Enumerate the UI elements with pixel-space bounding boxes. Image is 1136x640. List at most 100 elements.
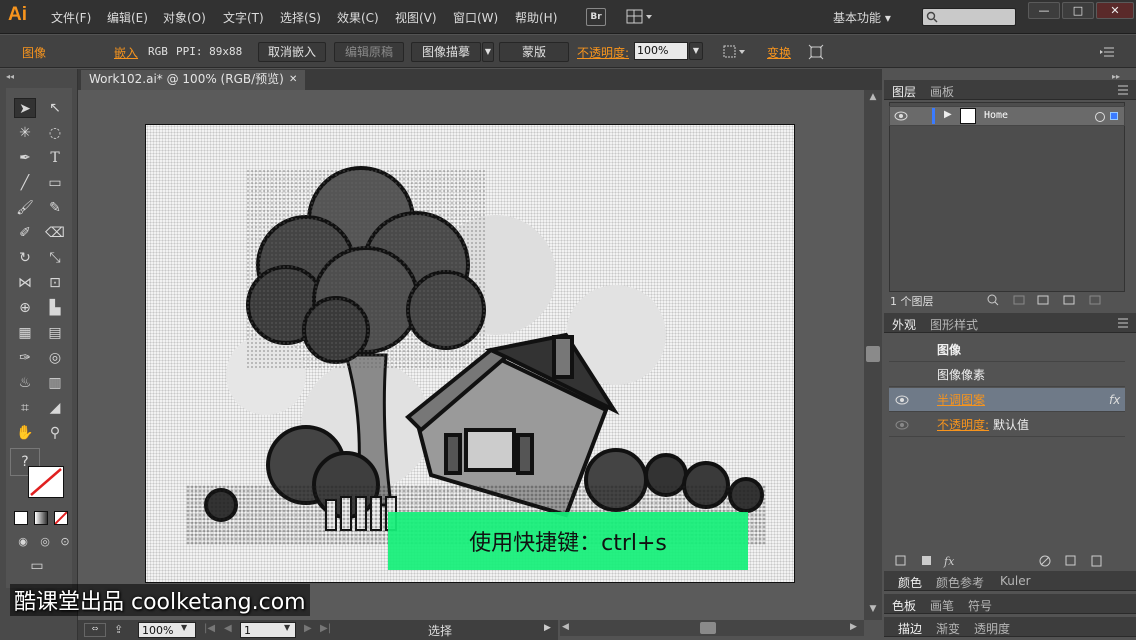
recolor-icon[interactable] [722,44,748,60]
workspace-switcher[interactable]: 基本功能 ▾ [833,9,891,26]
tab-color-guide[interactable]: 颜色参考 [936,574,984,591]
tab-artboards[interactable]: 画板 [930,83,954,100]
rotate-tool-icon[interactable]: ↻ [14,248,36,268]
prev-page-icon[interactable]: ◀ [224,623,232,634]
screen-mode-icon[interactable]: ▭ [26,556,48,576]
appearance-row-opacity[interactable]: 不透明度: 默认值 [889,413,1125,437]
zoom-level-input[interactable]: 100% [138,622,196,638]
share-icon[interactable]: ⇪ [114,623,123,636]
mesh-tool-icon[interactable]: ▦ [14,323,36,343]
panel-menu-icon[interactable] [1100,46,1116,58]
tab-swatches[interactable]: 色板 [892,597,916,614]
tab-stroke[interactable]: 描边 [898,620,922,637]
direct-selection-tool-icon[interactable]: ↖ [44,98,66,118]
tab-symbols[interactable]: 符号 [968,597,992,614]
image-trace-button[interactable]: 图像描摹 [411,42,481,62]
unembed-button[interactable]: 取消嵌入 [258,42,326,62]
column-graph-tool-icon[interactable]: ▥ [44,373,66,393]
maximize-button[interactable]: □ [1062,2,1094,19]
selection-indicator[interactable] [1110,112,1118,120]
first-page-icon[interactable]: |◀ [204,623,215,634]
tab-kuler[interactable]: Kuler [1000,574,1031,588]
tab-appearance[interactable]: 外观 [892,316,916,333]
menu-window[interactable]: 窗口(W) [453,9,498,26]
layer-name[interactable]: Home [984,110,1008,121]
artboard-tool-icon[interactable]: ⌗ [14,398,36,418]
target-icon[interactable] [1094,111,1106,123]
tab-brushes[interactable]: 画笔 [930,597,954,614]
gradient-tool-icon[interactable]: ▤ [44,323,66,343]
menu-view[interactable]: 视图(V) [395,9,437,26]
collapse-tools-icon[interactable]: ◂◂ [6,72,14,81]
none-mode-button[interactable] [54,511,68,525]
rectangle-tool-icon[interactable]: ▭ [44,173,66,193]
last-page-icon[interactable]: ▶| [320,623,331,634]
draw-normal-icon[interactable]: ◉ [12,532,34,552]
menu-object[interactable]: 对象(O) [163,9,206,26]
width-tool-icon[interactable]: ⋈ [14,273,36,293]
menu-type[interactable]: 文字(T) [223,9,264,26]
eye-icon[interactable] [895,420,909,430]
tab-layers[interactable]: 图层 [892,83,916,100]
opacity-input[interactable]: 100% [634,42,688,60]
menu-edit[interactable]: 编辑(E) [107,9,148,26]
selection-tool-icon[interactable]: ➤ [14,98,36,118]
appearance-menu-icon[interactable] [1114,318,1130,328]
close-button[interactable]: ✕ [1096,2,1134,19]
minimize-button[interactable]: — [1028,2,1060,19]
menu-file[interactable]: 文件(F) [51,9,91,26]
scale-tool-icon[interactable]: ⤡ [44,248,66,268]
lasso-tool-icon[interactable]: ◌ [44,123,66,143]
layers-menu-icon[interactable] [1114,85,1130,95]
free-transform-tool-icon[interactable]: ⊡ [44,273,66,293]
edit-original-button[interactable]: 编辑原稿 [334,42,404,62]
layer-row-home[interactable]: ▶ Home [889,106,1125,126]
opacity-link[interactable]: 不透明度: [937,413,989,437]
paintbrush-tool-icon[interactable]: 🖌 [14,198,36,218]
status-menu-icon[interactable]: ⇔ [84,623,106,637]
draw-behind-icon[interactable]: ◎ [34,532,56,552]
menu-select[interactable]: 选择(S) [280,9,321,26]
opacity-label[interactable]: 不透明度: [577,44,629,61]
perspective-grid-tool-icon[interactable]: ▙ [44,298,66,318]
expand-layer-icon[interactable]: ▶ [944,109,952,120]
horizontal-scrollbar[interactable]: ◀ ▶ [560,620,864,636]
document-tab[interactable]: Work102.ai* @ 100% (RGB/预览) ✕ [80,69,306,90]
draw-inside-icon[interactable]: ⊙ [54,532,76,552]
menu-help[interactable]: 帮助(H) [515,9,557,26]
halftone-effect-link[interactable]: 半调图案 [937,388,985,412]
status-mode-arrow-icon[interactable]: ▶ [544,623,551,633]
next-page-icon[interactable]: ▶ [304,623,312,634]
line-tool-icon[interactable]: ╱ [14,173,36,193]
eye-icon[interactable] [895,395,909,405]
hand-tool-icon[interactable]: ✋ [14,423,36,443]
bridge-button[interactable]: Br [586,8,606,26]
eyedropper-tool-icon[interactable]: ✑ [14,348,36,368]
menu-effect[interactable]: 效果(C) [337,9,379,26]
blend-tool-icon[interactable]: ◎ [44,348,66,368]
horizontal-scroll-thumb[interactable] [700,622,716,634]
vertical-scroll-thumb[interactable] [866,346,880,362]
type-tool-icon[interactable]: T [44,148,66,168]
eraser-tool-icon[interactable]: ⌫ [44,223,66,243]
slice-tool-icon[interactable]: ◢ [44,398,66,418]
eye-icon[interactable] [894,111,908,121]
tab-graphic-styles[interactable]: 图形样式 [930,316,978,333]
tab-gradient[interactable]: 渐变 [936,620,960,637]
scroll-down-icon[interactable]: ▼ [865,604,881,616]
blob-brush-tool-icon[interactable]: ✐ [14,223,36,243]
image-trace-dropdown[interactable]: ▼ [482,42,494,62]
scroll-left-icon[interactable]: ◀ [562,622,569,632]
mask-button[interactable]: 蒙版 [499,42,569,62]
stroke-swatch[interactable] [28,466,64,498]
scroll-right-icon[interactable]: ▶ [850,622,857,632]
appearance-row-halftone[interactable]: 半调图案 fx [889,388,1125,412]
arrange-documents-icon[interactable] [626,9,654,25]
pen-tool-icon[interactable]: ✒ [14,148,36,168]
zoom-tool-icon[interactable]: ⚲ [44,423,66,443]
tab-color[interactable]: 颜色 [898,574,922,591]
close-tab-icon[interactable]: ✕ [289,70,297,89]
fx-icon[interactable]: fx [1109,388,1120,412]
embed-link[interactable]: 嵌入 [114,44,138,61]
page-dropdown-icon[interactable]: ▼ [284,623,290,632]
